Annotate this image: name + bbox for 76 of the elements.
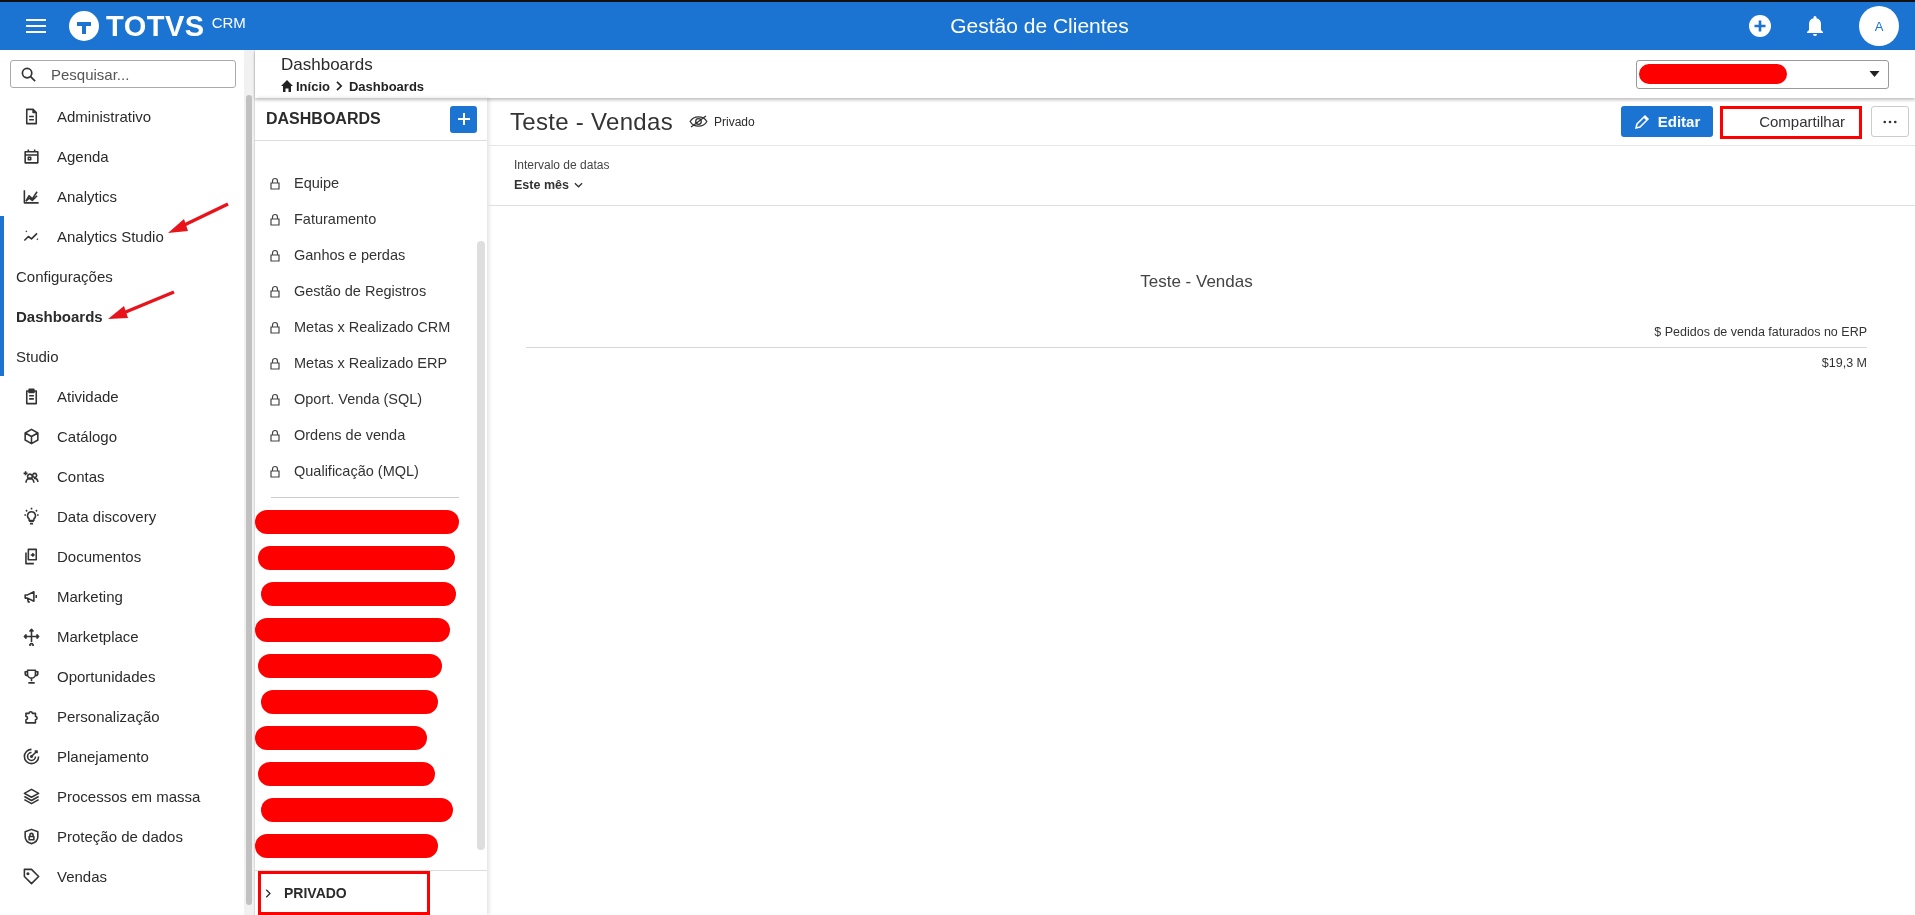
menu-item[interactable]: Marketplace xyxy=(0,616,244,656)
table-cell-text: $19,3 M xyxy=(1820,355,1867,370)
chevron-icon xyxy=(265,888,272,898)
eye-slash-icon xyxy=(688,115,708,128)
chevron-down-icon xyxy=(573,182,583,188)
layers-icon xyxy=(22,786,41,806)
widget-title: Teste - Vendas xyxy=(1139,272,1254,292)
logo-suffix: CRM xyxy=(211,13,246,31)
menu-item[interactable]: Administrativo xyxy=(0,96,244,136)
annotation-arrow xyxy=(166,202,230,236)
menu-item[interactable]: Oportunidades xyxy=(0,656,244,696)
network-icon xyxy=(22,626,41,646)
cube-icon xyxy=(22,426,41,446)
menu-item[interactable]: Catálogo xyxy=(0,416,244,456)
menu-item[interactable]: Vendas xyxy=(0,856,244,896)
annotation-arrow xyxy=(106,290,176,322)
dashboard-item[interactable]: Metas x Realizado CRM xyxy=(255,309,475,345)
lightbulb-icon xyxy=(22,506,41,526)
menu-item[interactable]: Analytics xyxy=(0,176,244,216)
menu-item[interactable]: Contas xyxy=(0,456,244,496)
chevron-right-icon xyxy=(335,81,343,91)
dashboard-item[interactable]: Faturamento xyxy=(255,201,475,237)
scrollbar-track[interactable] xyxy=(244,50,254,915)
column-header: $ Pedidos de venda faturados no ERP xyxy=(526,325,1867,348)
plus-icon xyxy=(456,112,471,126)
dashboard-item[interactable]: Gestão de Registros xyxy=(255,273,475,309)
submenu-item[interactable]: Configurações xyxy=(4,256,244,296)
caret-icon xyxy=(1869,71,1880,77)
app-title: Gestão de Clientes xyxy=(949,14,1130,38)
breadcrumb-link[interactable]: Início xyxy=(281,78,330,94)
menu-item[interactable]: Analytics Studio xyxy=(4,216,244,256)
menu-item[interactable]: Personalização xyxy=(0,696,244,736)
pencil-icon xyxy=(1633,113,1650,130)
shield-icon xyxy=(22,826,41,846)
dashboard-item[interactable]: Ganhos e perdas xyxy=(255,237,475,273)
breadcrumb-current: Dashboards xyxy=(348,78,425,94)
menu-item[interactable]: Processos em massa xyxy=(0,776,244,816)
dashboard-item[interactable]: Ordens de venda xyxy=(255,417,475,453)
trophy-icon xyxy=(22,666,41,686)
avatar[interactable]: A xyxy=(1859,6,1899,46)
add-icon[interactable] xyxy=(1749,15,1771,37)
date-range-dropdown[interactable]: Este mês xyxy=(514,178,583,192)
target-icon xyxy=(22,746,41,766)
logo-icon xyxy=(68,10,100,42)
dashboard-item[interactable]: Oport. Venda (SQL) xyxy=(255,381,475,417)
dashboard-item[interactable]: Equipe xyxy=(255,165,475,201)
submenu-item[interactable]: Dashboards xyxy=(4,296,244,336)
add-dashboard-button[interactable] xyxy=(450,105,477,133)
more-icon xyxy=(1883,119,1897,124)
dashboard-item[interactable]: Qualificação (MQL) xyxy=(255,453,475,489)
scrollbar-thumb[interactable] xyxy=(246,95,252,905)
visibility-label: Privado xyxy=(713,114,755,129)
menu-item[interactable]: Documentos xyxy=(0,536,244,576)
menu-item[interactable]: Agenda xyxy=(0,136,244,176)
menu-item[interactable]: Data discovery xyxy=(0,496,244,536)
menu-item[interactable]: Planejamento xyxy=(0,736,244,776)
panel-title: DASHBOARDS xyxy=(266,110,381,128)
submenu-item[interactable]: Studio xyxy=(4,336,244,376)
menu-item[interactable]: Marketing xyxy=(0,576,244,616)
menu-item[interactable]: Atividade xyxy=(0,376,244,416)
account-select[interactable] xyxy=(1636,59,1889,89)
search-field[interactable]: Pesquisar... xyxy=(10,60,236,88)
menu-item[interactable]: Proteção de dados xyxy=(0,816,244,856)
dashboard-title: Teste - Vendas xyxy=(510,107,673,136)
menu-icon[interactable] xyxy=(26,19,46,33)
bell-icon[interactable] xyxy=(1805,15,1825,37)
edit-button[interactable]: Editar xyxy=(1621,106,1713,137)
scrollbar-thumb[interactable] xyxy=(477,241,485,850)
home-icon xyxy=(281,80,293,92)
section-toggle[interactable]: PRIVADO xyxy=(255,871,357,915)
filter-label: Intervalo de datas xyxy=(514,158,611,172)
page-title: Dashboards xyxy=(281,54,374,75)
dashboard-item[interactable]: Metas x Realizado ERP xyxy=(255,345,475,381)
calendar-icon xyxy=(22,146,41,166)
tag-icon xyxy=(22,866,41,886)
logo-text: TOTVS xyxy=(106,9,205,43)
